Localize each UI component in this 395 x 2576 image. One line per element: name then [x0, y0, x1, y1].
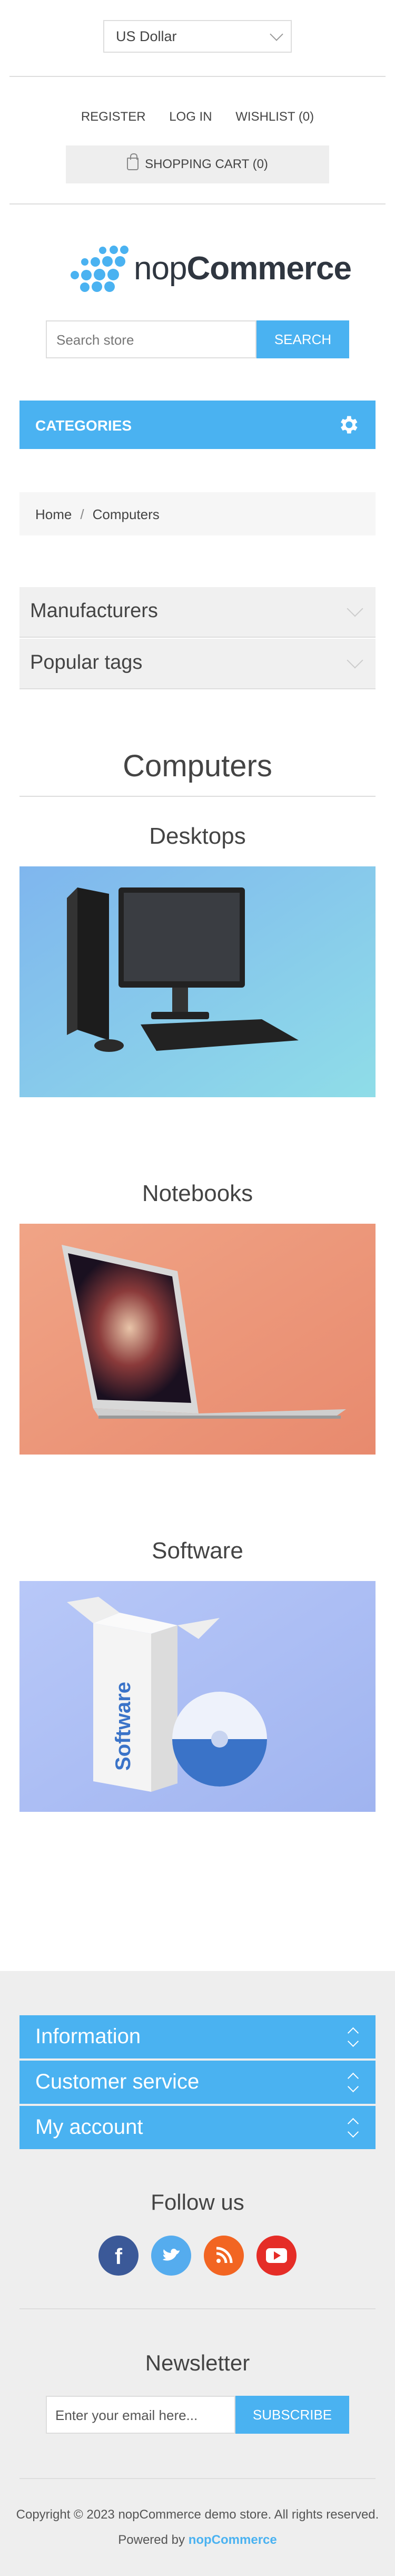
- chevron-down-icon: [270, 27, 283, 41]
- svg-text:f: f: [115, 2244, 123, 2269]
- subcategory-title-notebooks[interactable]: Notebooks: [0, 1180, 395, 1207]
- popular-tags-block[interactable]: Popular tags: [19, 639, 376, 689]
- page-title: Computers: [123, 749, 272, 783]
- logo-dots-icon: [68, 246, 129, 293]
- divider: [19, 796, 376, 797]
- categories-label: Categories: [35, 417, 132, 434]
- header-links: Register Log in Wishlist (0): [0, 110, 395, 124]
- rss-icon[interactable]: [204, 2236, 244, 2276]
- currency-select[interactable]: US Dollar: [103, 20, 292, 53]
- categories-toggle[interactable]: Categories: [19, 401, 376, 449]
- shopping-cart-label: Shopping cart (0): [145, 157, 268, 171]
- divider: [9, 203, 386, 204]
- subcategory-title-software[interactable]: Software: [0, 1538, 395, 1564]
- shopping-cart-link[interactable]: Shopping cart (0): [66, 145, 329, 183]
- store-logo[interactable]: nopCommerce: [68, 246, 352, 293]
- chevron-down-icon: [347, 652, 363, 669]
- divider: [19, 2478, 376, 2479]
- subcategory-title-desktops[interactable]: Desktops: [0, 823, 395, 850]
- youtube-icon[interactable]: [256, 2236, 297, 2276]
- divider: [9, 76, 386, 77]
- currency-value: US Dollar: [116, 28, 177, 44]
- footer-customer-service-label: Customer service: [35, 2070, 200, 2093]
- breadcrumb-home[interactable]: Home: [35, 506, 72, 522]
- register-link[interactable]: Register: [81, 110, 146, 124]
- divider: [19, 2308, 376, 2309]
- subscribe-button[interactable]: Subscribe: [235, 2396, 349, 2434]
- facebook-icon[interactable]: f: [98, 2236, 139, 2276]
- manufacturers-block[interactable]: Manufacturers: [19, 587, 376, 638]
- social-links: f: [98, 2236, 297, 2278]
- manufacturers-label: Manufacturers: [30, 600, 158, 622]
- footer-my-account-block[interactable]: My account: [19, 2106, 376, 2149]
- breadcrumb-separator: /: [80, 506, 84, 522]
- search-input[interactable]: Search store: [46, 320, 256, 358]
- footer-information-block[interactable]: Information: [19, 2015, 376, 2058]
- software-image[interactable]: Software: [19, 1581, 376, 1812]
- breadcrumb: Home / Computers: [19, 492, 376, 535]
- powered-by: Powered by nopCommerce: [0, 2533, 395, 2548]
- shopping-bag-icon: [127, 153, 139, 170]
- chevron-up-down-icon: [347, 2026, 358, 2049]
- chevron-down-icon: [347, 600, 363, 617]
- newsletter-email-input[interactable]: Enter your email here...: [46, 2396, 235, 2434]
- newsletter-title: Newsletter: [145, 2350, 250, 2375]
- twitter-icon[interactable]: [151, 2236, 191, 2276]
- footer-customer-service-block[interactable]: Customer service: [19, 2061, 376, 2104]
- desktops-image[interactable]: [19, 866, 376, 1097]
- follow-us-title: Follow us: [151, 2190, 244, 2214]
- logo-text: nopCommerce: [134, 250, 352, 287]
- wishlist-link[interactable]: Wishlist (0): [235, 110, 314, 124]
- breadcrumb-current: Computers: [92, 506, 160, 522]
- header: US Dollar Register Log in Wishlist (0) S…: [0, 0, 395, 204]
- search-box: Search store Search: [46, 320, 349, 358]
- powered-by-link[interactable]: nopCommerce: [189, 2533, 277, 2547]
- login-link[interactable]: Log in: [169, 110, 212, 124]
- svg-text:Software: Software: [112, 1682, 135, 1771]
- gear-icon: [341, 416, 358, 434]
- search-button[interactable]: Search: [256, 320, 349, 358]
- notebooks-image[interactable]: [19, 1224, 376, 1455]
- copyright-text: Copyright © 2023 nopCommerce demo store.…: [16, 2507, 379, 2522]
- newsletter-form: Enter your email here... Subscribe: [46, 2396, 349, 2434]
- chevron-up-down-icon: [347, 2116, 358, 2140]
- popular-tags-label: Popular tags: [30, 651, 143, 674]
- chevron-up-down-icon: [347, 2071, 358, 2094]
- footer-information-label: Information: [35, 2025, 141, 2048]
- powered-by-prefix: Powered by: [118, 2533, 185, 2547]
- footer-my-account-label: My account: [35, 2115, 143, 2139]
